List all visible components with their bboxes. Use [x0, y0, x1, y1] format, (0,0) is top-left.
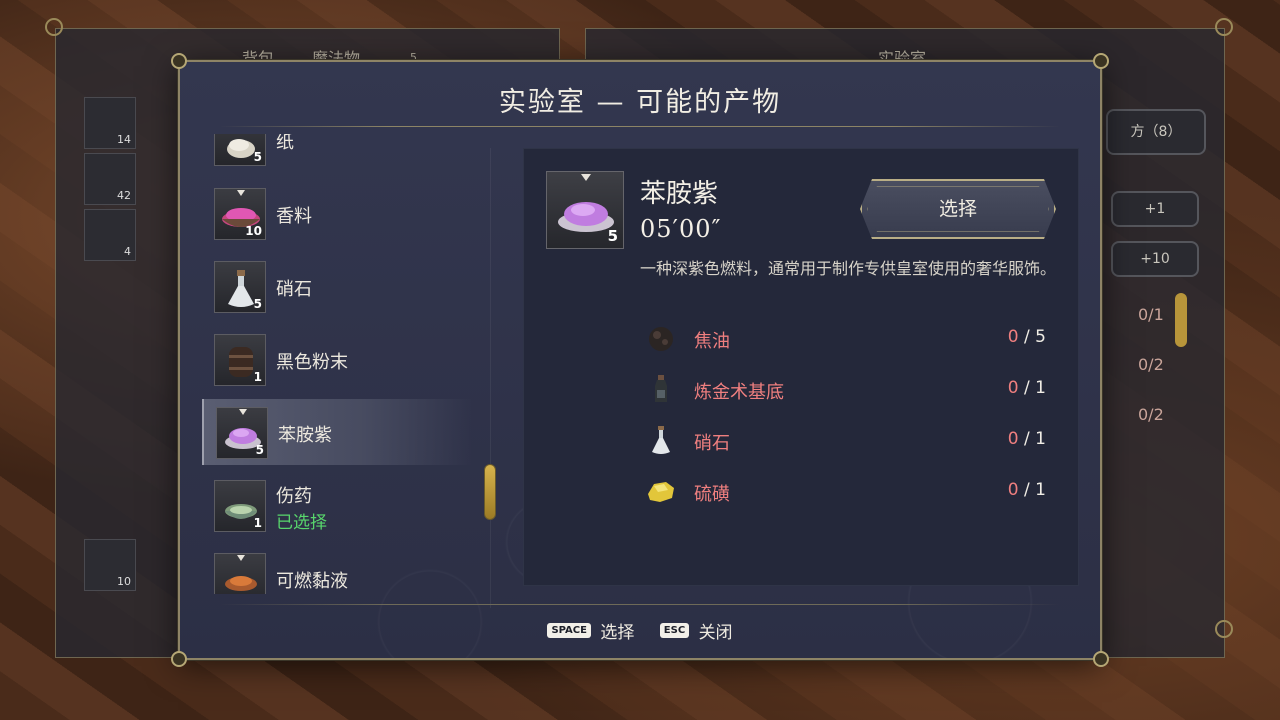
inventory-slot: 10 — [84, 539, 136, 591]
product-name: 苯胺紫 — [640, 179, 719, 209]
select-button[interactable]: 选择 — [860, 179, 1056, 239]
select-hint[interactable]: SPACE 选择 — [547, 618, 634, 643]
salve-bowl-icon: 1 — [214, 480, 266, 532]
bg-fraction: 0/2 — [1138, 355, 1164, 374]
flask-icon: 5 — [214, 261, 266, 313]
bg-fraction: 0/1 — [1138, 305, 1164, 324]
product-list[interactable]: 5 纸 10 香料 5 硝石 1 黑色粉末 5 苯胺紫 1 伤药 已选择 可燃黏… — [202, 134, 472, 594]
ingredient-sulfur: 硫磺 0 / 1 — [640, 472, 1050, 512]
product-detail-panel: 5 苯胺紫 05′00″ 选择 一种深紫色燃料，通常用于制作专供皇室使用的奢华服… — [523, 148, 1079, 586]
ingredient-tar: 焦油 0 / 5 — [640, 319, 1050, 359]
corner-ornament — [1093, 53, 1109, 69]
ingredient-count: 0 / 1 — [1007, 429, 1046, 449]
esc-key-badge: ESC — [659, 623, 690, 638]
corner-ornament — [1215, 620, 1233, 638]
modal-title: 实验室 — 可能的产物 — [498, 87, 782, 118]
list-item-black-powder[interactable]: 1 黑色粉末 — [202, 326, 472, 392]
list-item-label: 黑色粉末 — [276, 352, 348, 373]
ingredient-alchemy-base: 炼金术基底 0 / 1 — [640, 370, 1050, 410]
inventory-slot: 14 — [84, 97, 136, 149]
inventory-slot: 42 — [84, 153, 136, 205]
close-hint[interactable]: ESC 关闭 — [659, 618, 733, 643]
list-scrollbar[interactable] — [484, 464, 496, 520]
ingredient-count: 0 / 1 — [1007, 480, 1046, 500]
corner-ornament — [171, 53, 187, 69]
list-item-mauve[interactable]: 5 苯胺紫 — [202, 399, 472, 465]
laboratory-products-modal: 实验室 — 可能的产物 5 纸 10 香料 5 硝石 1 黑色粉末 5 苯胺紫 … — [171, 53, 1109, 667]
footer-hints: SPACE 选择 ESC 关闭 — [180, 618, 1100, 648]
list-item-label: 苯胺紫 — [278, 425, 332, 446]
product-description: 一种深紫色燃料，通常用于制作专供皇室使用的奢华服饰。 — [640, 259, 1057, 278]
list-item-label: 伤药 — [276, 486, 312, 507]
tar-icon — [649, 327, 673, 351]
alchemy-base-bottle-icon — [655, 375, 667, 402]
spice-bowl-icon: 10 — [214, 188, 266, 240]
list-item-saltpeter[interactable]: 5 硝石 — [202, 253, 472, 319]
list-divider — [490, 148, 491, 608]
corner-ornament — [171, 651, 187, 667]
plus-ten-button: +10 — [1111, 241, 1199, 277]
purple-powder-icon: 5 — [216, 407, 268, 459]
detail-qty: 5 — [607, 227, 618, 245]
sulfur-icon — [648, 482, 674, 502]
ingredient-saltpeter: 硝石 0 / 1 — [640, 421, 1050, 461]
ingredient-count: 0 / 5 — [1007, 327, 1046, 347]
corner-ornament — [45, 18, 63, 36]
title-divider — [220, 126, 1060, 127]
flammable-goo-icon — [214, 553, 266, 594]
purple-powder-icon: 5 — [546, 171, 624, 249]
footer-divider — [220, 604, 1060, 605]
corner-ornament — [1093, 651, 1109, 667]
space-key-badge: SPACE — [547, 623, 591, 638]
list-item-label: 可燃黏液 — [276, 571, 348, 592]
powder-barrel-icon: 1 — [214, 334, 266, 386]
list-item-flammable-goo[interactable]: 可燃黏液 — [202, 545, 472, 594]
selected-status: 已选择 — [276, 513, 327, 533]
list-item-label: 硝石 — [276, 279, 312, 300]
corner-ornament — [1215, 18, 1233, 36]
bg-fraction: 0/2 — [1138, 405, 1164, 424]
background-scrollbar — [1175, 293, 1187, 347]
recipe-button-background: 方（8） — [1106, 109, 1206, 155]
plus-one-button: +1 — [1111, 191, 1199, 227]
paper-icon: 5 — [214, 134, 266, 166]
flask-icon — [652, 426, 670, 454]
ingredient-count: 0 / 1 — [1007, 378, 1046, 398]
list-item-label: 香料 — [276, 206, 312, 227]
list-item-label: 纸 — [276, 134, 294, 153]
craft-time: 05′00″ — [640, 215, 722, 243]
list-item-paper[interactable]: 5 纸 — [202, 134, 472, 172]
list-item-salve[interactable]: 1 伤药 已选择 — [202, 472, 472, 538]
inventory-slot: 4 — [84, 209, 136, 261]
list-item-spice[interactable]: 10 香料 — [202, 180, 472, 246]
